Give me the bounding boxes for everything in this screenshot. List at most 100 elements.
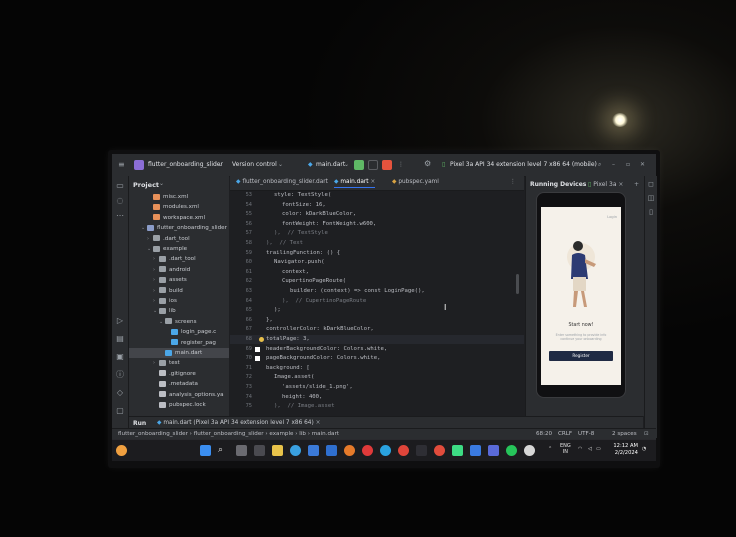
tree-item[interactable]: ⌄ flutter_onboarding_slider <box>129 223 229 233</box>
line-separator[interactable]: CRLF <box>558 431 572 437</box>
device-tab[interactable]: ▯ Pixel 3a × <box>588 181 623 188</box>
terminal-icon[interactable] <box>416 445 427 456</box>
more-actions-icon[interactable]: ⋮ <box>398 161 404 168</box>
chrome-icon[interactable] <box>434 445 445 456</box>
tree-item[interactable]: ⌄ lib <box>129 306 229 316</box>
code-line[interactable]: 'assets/slide_1.png', <box>282 384 353 390</box>
add-device-icon[interactable]: + <box>634 181 639 188</box>
project-chevron-icon[interactable]: ⌄ <box>218 161 223 168</box>
color-swatch-icon[interactable] <box>255 356 260 362</box>
debug-button[interactable] <box>368 160 378 170</box>
editor-scrollbar[interactable] <box>516 274 519 294</box>
tree-item[interactable]: › test <box>129 358 229 368</box>
breadcrumb-item[interactable]: main.dart <box>312 431 339 437</box>
file-explorer-icon[interactable] <box>272 445 283 456</box>
code-line[interactable]: ), // Text <box>266 240 303 246</box>
run-button[interactable] <box>354 160 364 170</box>
task-view-icon[interactable] <box>254 445 265 456</box>
code-line[interactable]: pageBackgroundColor: Colors.white, <box>266 355 381 361</box>
cursor-position[interactable]: 68:20 <box>536 431 552 437</box>
notifications-icon[interactable]: ◻ <box>647 180 655 188</box>
breadcrumb-item[interactable]: lib <box>299 431 306 437</box>
project-panel-title[interactable]: Project <box>133 181 159 189</box>
lock-icon[interactable]: ⊡ <box>644 431 649 437</box>
system-clock[interactable]: 12:12 AM 2/2/2024 <box>604 443 638 457</box>
project-selector[interactable]: flutter_onboarding_slider <box>148 161 223 168</box>
problems-tool-icon[interactable]: ⓘ <box>115 370 125 380</box>
start-menu-icon[interactable] <box>200 445 211 456</box>
lightbulb-icon[interactable] <box>259 337 264 342</box>
volume-icon[interactable]: ◁ <box>588 446 592 452</box>
gradle-icon[interactable]: ◫ <box>647 194 655 202</box>
language-indicator[interactable]: ENG IN <box>560 443 571 455</box>
device-selector[interactable]: Pixel 3a API 34 extension level 7 x86 64… <box>450 161 597 168</box>
running-devices-title[interactable]: Running Devices <box>530 181 586 188</box>
code-line[interactable]: Navigator.push( <box>274 259 325 265</box>
code-line[interactable]: totalPage: 3, <box>266 336 310 342</box>
vcs-selector[interactable]: Version control <box>232 161 277 168</box>
vcs-chevron-icon[interactable]: ⌄ <box>278 161 283 168</box>
run-tool-icon[interactable]: ▷ <box>115 316 125 326</box>
devices-tool-icon[interactable]: ▣ <box>115 352 125 362</box>
notification-icon[interactable]: ◔ <box>642 446 646 452</box>
app-icon[interactable] <box>398 445 409 456</box>
tree-item[interactable]: .gitignore <box>129 369 229 379</box>
code-line[interactable]: ); <box>274 307 281 313</box>
indent-setting[interactable]: 2 spaces <box>612 431 637 437</box>
code-line[interactable]: style: TextStyle( <box>274 192 331 198</box>
vscode-icon[interactable] <box>308 445 319 456</box>
tree-item[interactable]: misc.xml <box>129 192 229 202</box>
code-line[interactable]: color: kDarkBlueColor, <box>282 211 356 217</box>
edge-browser-icon[interactable] <box>290 445 301 456</box>
battery-icon[interactable]: ▭ <box>596 446 601 452</box>
tab-flutter-onboarding-slider[interactable]: ◆ flutter_onboarding_slider.dart <box>236 179 328 185</box>
tree-item[interactable]: workspace.xml <box>129 213 229 223</box>
emulator-screen[interactable]: Login Start now! Enter something to prov… <box>541 207 621 385</box>
device-chevron-icon[interactable]: ⌄ <box>586 161 591 168</box>
code-line[interactable]: height: 400, <box>282 394 322 400</box>
tree-item[interactable]: ⌄ example <box>129 244 229 254</box>
run-panel-title[interactable]: Run <box>133 420 146 427</box>
tree-item[interactable]: › android <box>129 265 229 275</box>
tree-item[interactable]: › ios <box>129 296 229 306</box>
stop-button[interactable] <box>382 160 392 170</box>
android-studio-icon[interactable] <box>452 445 463 456</box>
tab-close-icon[interactable]: × <box>370 179 375 185</box>
tray-chevron-icon[interactable]: ⌃ <box>548 446 552 452</box>
tree-item[interactable]: › .dart_tool <box>129 254 229 264</box>
breadcrumb-item[interactable]: flutter_onboarding_slider <box>118 431 188 437</box>
run-config-chevron-icon[interactable]: ⌄ <box>344 161 349 168</box>
code-line[interactable]: ), // Image.asset <box>274 403 335 409</box>
code-line[interactable]: context, <box>282 269 309 275</box>
app-icon[interactable] <box>362 445 373 456</box>
app-icon[interactable] <box>326 445 337 456</box>
tree-item[interactable]: .metadata <box>129 379 229 389</box>
weather-icon[interactable] <box>116 445 127 456</box>
run-tab-close-icon[interactable]: × <box>316 420 321 426</box>
device-manager-icon[interactable]: ▯ <box>647 208 655 216</box>
code-line[interactable]: Image.asset( <box>274 374 314 380</box>
code-line[interactable]: fontWeight: FontWeight.w600, <box>282 221 376 227</box>
maximize-icon[interactable]: ▫ <box>626 161 630 168</box>
code-line[interactable]: ), // CupertinoPageRoute <box>282 298 366 304</box>
device-tab-close-icon[interactable]: × <box>618 181 623 188</box>
code-line[interactable]: fontSize: 16, <box>282 202 326 208</box>
firefox-icon[interactable] <box>344 445 355 456</box>
telegram-icon[interactable] <box>380 445 391 456</box>
tree-item[interactable]: analysis_options.ya <box>129 390 229 400</box>
code-line[interactable]: background: [ <box>266 365 310 371</box>
tree-item[interactable]: › assets <box>129 275 229 285</box>
file-encoding[interactable]: UTF-8 <box>578 431 594 437</box>
code-editor[interactable]: ◆ flutter_onboarding_slider.dart ◆ main.… <box>230 176 524 416</box>
tabs-more-icon[interactable]: ⋮ <box>510 179 516 185</box>
terminal-tool-icon[interactable]: ▤ <box>115 334 125 344</box>
app-icon[interactable] <box>488 445 499 456</box>
code-line[interactable]: CupertinoPageRoute( <box>282 278 346 284</box>
code-line[interactable]: controllerColor: kDarkBlueColor, <box>266 326 374 332</box>
run-config-selector[interactable]: main.dart <box>316 161 345 168</box>
breadcrumb-item[interactable]: example <box>269 431 293 437</box>
code-line[interactable]: headerBackgroundColor: Colors.white, <box>266 346 387 352</box>
close-icon[interactable]: ✕ <box>640 161 645 168</box>
tree-item[interactable]: main.dart <box>129 348 229 358</box>
project-tool-icon[interactable]: ▭ <box>115 181 125 191</box>
